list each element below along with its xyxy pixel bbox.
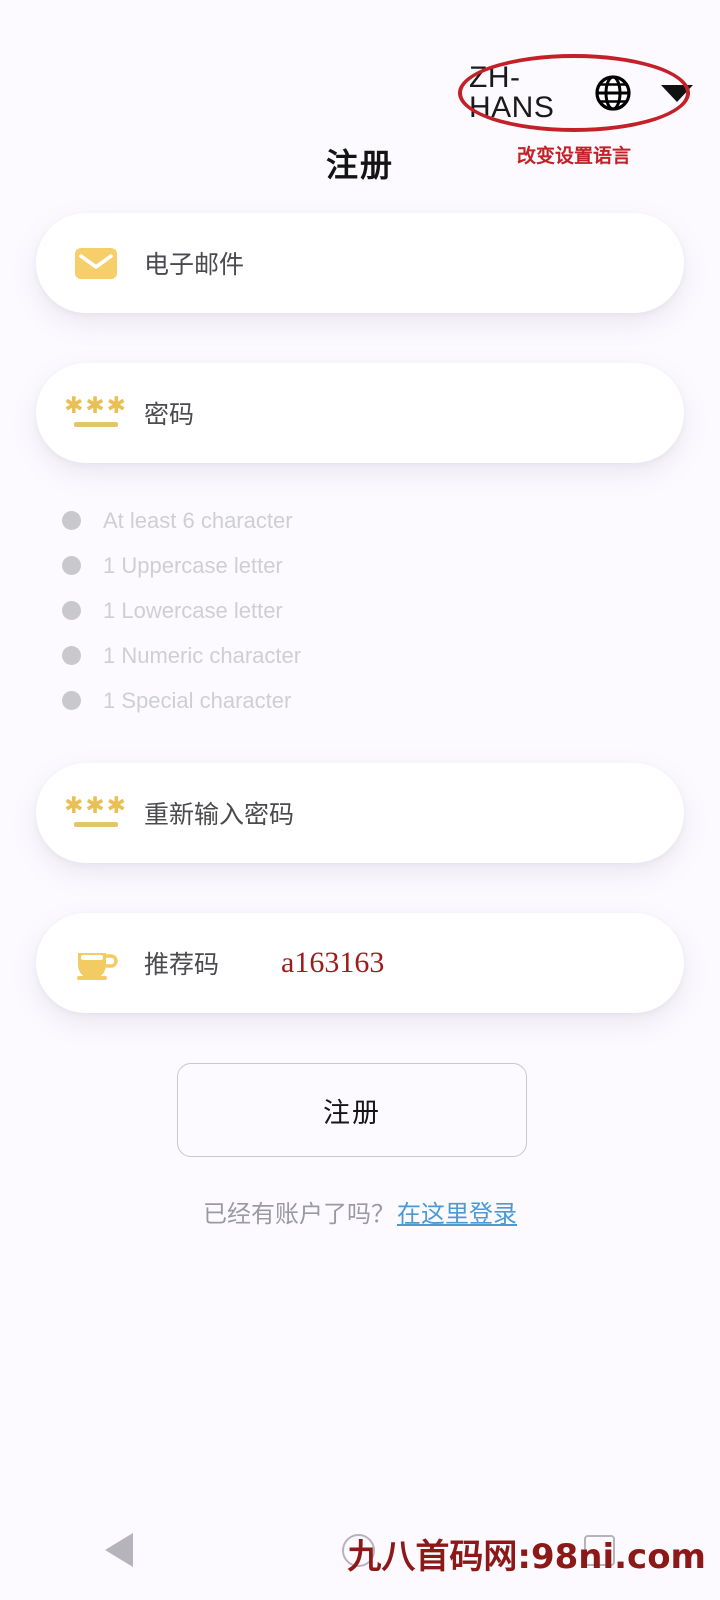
password-icon-bar [74,422,118,427]
requirement-label: At least 6 character [103,507,293,533]
referral-code-placeholder: 推荐码 [144,951,220,979]
page-title: 注册 [325,147,394,183]
confirm-password-field[interactable]: ✱✱✱ 重新输入密码 [36,763,684,863]
referral-code-field[interactable]: 推荐码 a163163 [36,913,684,1013]
envelope-icon [70,247,122,279]
requirement-bullet-icon [62,601,81,620]
email-field[interactable]: 电子邮件 [36,213,684,313]
password-icon-stars: ✱✱✱ [64,393,128,419]
password-icon-stars: ✱✱✱ [64,793,128,819]
coffee-cup-icon [70,944,122,982]
globe-icon [595,75,631,111]
password-asterisks-icon: ✱✱✱ [64,795,126,827]
back-triangle-icon[interactable] [104,1533,133,1567]
language-code-label: ZH-HANS [469,61,555,124]
password-asterisks-icon: ✱✱✱ [64,395,126,427]
requirement-bullet-icon [62,511,81,530]
requirement-row: 1 Lowercase letter [62,588,562,633]
password-requirements-list: At least 6 character 1 Uppercase letter … [62,498,562,723]
register-button[interactable]: 注册 [177,1063,527,1157]
requirement-label: 1 Special character [103,687,292,713]
chevron-down-icon[interactable] [661,84,693,102]
language-selector[interactable]: ZH-HANS [455,62,693,124]
requirement-row: 1 Uppercase letter [62,543,562,588]
referral-code-value: a163163 [281,946,385,979]
confirm-password-placeholder: 重新输入密码 [144,801,295,829]
requirement-row: 1 Special character [62,678,562,723]
requirement-bullet-icon [62,646,81,665]
watermark: 九八首码网:98ni.com [347,1537,706,1577]
requirement-label: 1 Uppercase letter [103,552,283,578]
requirement-bullet-icon [62,691,81,710]
email-placeholder: 电子邮件 [144,251,245,279]
requirement-bullet-icon [62,556,81,575]
login-prompt-text: 已经有账户了吗？ [203,1201,395,1228]
requirement-row: At least 6 character [62,498,562,543]
login-link[interactable]: 在这里登录 [397,1201,517,1228]
login-prompt: 已经有账户了吗？在这里登录 [0,1194,720,1229]
requirement-label: 1 Lowercase letter [103,597,283,623]
password-field[interactable]: ✱✱✱ 密码 [36,363,684,463]
requirement-row: 1 Numeric character [62,633,562,678]
requirement-label: 1 Numeric character [103,642,302,668]
password-icon-bar [74,822,118,827]
password-placeholder: 密码 [144,401,195,429]
